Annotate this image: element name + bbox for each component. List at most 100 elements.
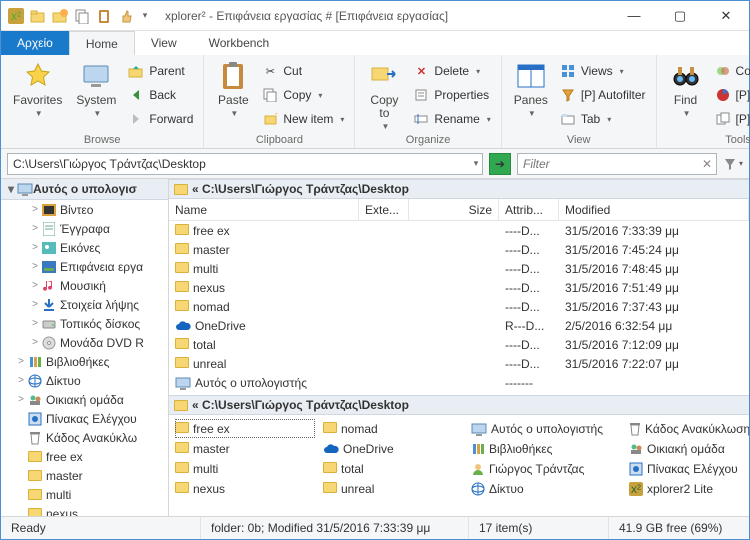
views-button[interactable]: Views▾ (556, 60, 650, 82)
tree-node[interactable]: >Δίκτυο (1, 371, 168, 390)
dropdown-icon: ▼ (230, 109, 238, 118)
list-row[interactable]: total----D...31/5/2016 7:12:09 μμ (169, 335, 749, 354)
list-row[interactable]: OneDriveR---D...2/5/2016 6:32:54 μμ (169, 316, 749, 335)
cut-button[interactable]: ✂Cut (258, 60, 348, 82)
tab-view[interactable]: View (135, 31, 193, 55)
compare-button[interactable]: Compare▾ (711, 60, 750, 82)
tree-node[interactable]: >Επιφάνεια εργα (1, 257, 168, 276)
grid-item[interactable]: Βιβλιοθήκες (471, 439, 621, 458)
minimize-button[interactable]: — (611, 1, 657, 30)
list-row[interactable]: unreal----D...31/5/2016 7:22:07 μμ (169, 354, 749, 373)
list-row[interactable]: nexus----D...31/5/2016 7:51:49 μμ (169, 278, 749, 297)
xp-icon: x² (629, 482, 643, 496)
col-attr[interactable]: Attrib... (499, 199, 559, 220)
rename-button[interactable]: Rename▾ (409, 108, 494, 130)
tab-file[interactable]: Αρχείο (1, 31, 69, 55)
tab-button[interactable]: Tab▾ (556, 108, 650, 130)
back-button[interactable]: Back (124, 84, 197, 106)
grid-item[interactable]: Πίνακας Ελέγχου (629, 459, 749, 478)
qat-paste-icon[interactable] (95, 7, 113, 25)
grid-item[interactable]: master (175, 439, 315, 458)
grid-item[interactable]: multi (175, 459, 315, 478)
tree-node[interactable]: >Τοπικός δίσκος (1, 314, 168, 333)
grid-item[interactable]: total (323, 459, 463, 478)
filter-menu-button[interactable]: ▾ (723, 153, 743, 175)
grid-item[interactable]: unreal (323, 479, 463, 498)
folder-icon (175, 357, 189, 371)
tree-node[interactable]: >Βιβλιοθήκες (1, 352, 168, 371)
grid-item[interactable]: nomad (323, 419, 463, 438)
doc-icon (41, 221, 57, 237)
properties-button[interactable]: Properties (409, 84, 494, 106)
maximize-button[interactable]: ▢ (657, 1, 703, 30)
folder-tree: ▾Αυτός ο υπολογισ >Βίντεο>Έγγραφα>Εικόνε… (1, 179, 169, 516)
tree-node[interactable]: >Στοιχεία λήψης (1, 295, 168, 314)
filter-input[interactable] (518, 157, 698, 171)
tab-workbench[interactable]: Workbench (193, 31, 285, 55)
copy-button[interactable]: Copy▾ (258, 84, 348, 106)
tree-node[interactable]: multi (1, 485, 168, 504)
tree-node[interactable]: master (1, 466, 168, 485)
address-combo[interactable]: ▾ (7, 153, 483, 175)
col-mod[interactable]: Modified (559, 199, 749, 220)
grid-item[interactable]: free ex (175, 419, 315, 438)
list-row[interactable]: free ex----D...31/5/2016 7:33:39 μμ (169, 221, 749, 240)
list-row[interactable]: nomad----D...31/5/2016 7:37:43 μμ (169, 297, 749, 316)
duplicates-button[interactable]: [P] Duplicates (711, 108, 750, 130)
duplicates-icon (715, 111, 731, 127)
tree-node[interactable]: >Μονάδα DVD R (1, 333, 168, 352)
grid-item[interactable]: nexus (175, 479, 315, 498)
tree-node[interactable]: >Εικόνες (1, 238, 168, 257)
grid-item[interactable]: x²xplorer2 Lite (629, 479, 749, 498)
panes-button[interactable]: Panes▼ (508, 57, 554, 118)
copyto-button[interactable]: Copyto▼ (361, 57, 407, 131)
qat-thumbsup-icon[interactable] (117, 7, 135, 25)
forward-button[interactable]: Forward (124, 108, 197, 130)
list-row[interactable]: Αυτός ο υπολογιστής------- (169, 373, 749, 392)
autofilter-button[interactable]: [P] Autofilter (556, 84, 650, 106)
newitem-button[interactable]: ✦New item▾ (258, 108, 348, 130)
grid-item[interactable]: Δίκτυο (471, 479, 621, 498)
find-button[interactable]: Find▼ (663, 57, 709, 118)
tree-node[interactable]: >Έγγραφα (1, 219, 168, 238)
favorites-button[interactable]: Favorites▼ (7, 57, 68, 118)
system-button[interactable]: System▼ (70, 57, 122, 118)
tree-node[interactable]: >Βίντεο (1, 200, 168, 219)
tree-node[interactable]: Πίνακας Ελέγχου (1, 409, 168, 428)
cp-icon (27, 411, 43, 427)
tree-node[interactable]: free ex (1, 447, 168, 466)
col-size[interactable]: Size (409, 199, 499, 220)
tree-node[interactable]: >Μουσική (1, 276, 168, 295)
clear-filter-icon[interactable]: ✕ (698, 157, 716, 171)
stats-button[interactable]: [P] Stats (711, 84, 750, 106)
col-ext[interactable]: Exte... (359, 199, 409, 220)
grid-item[interactable]: OneDrive (323, 439, 463, 458)
grid-item[interactable]: Αυτός ο υπολογιστής (471, 419, 621, 438)
address-dropdown-icon[interactable]: ▾ (470, 158, 482, 169)
grid-item[interactable]: Γιώργος Τράντζας (471, 459, 621, 478)
grid-item[interactable]: Οικιακή ομάδα (629, 439, 749, 458)
list-row[interactable]: multi----D...31/5/2016 7:48:45 μμ (169, 259, 749, 278)
paste-button[interactable]: Paste▼ (210, 57, 256, 118)
pane1-header[interactable]: « C:\Users\Γιώργος Τράντζας\Desktop (169, 179, 749, 199)
grid-item[interactable]: Κάδος Ανακύκλωσης (629, 419, 749, 438)
tree-header[interactable]: ▾Αυτός ο υπολογισ (1, 179, 168, 200)
qat-open-icon[interactable] (29, 7, 47, 25)
tree-node[interactable]: Κάδος Ανακύκλω (1, 428, 168, 447)
address-input[interactable] (8, 157, 470, 171)
qat-copy-icon[interactable] (73, 7, 91, 25)
parent-button[interactable]: Parent (124, 60, 197, 82)
qat-dropdown-icon[interactable]: ▾ (139, 10, 151, 21)
tab-home[interactable]: Home (69, 31, 135, 55)
close-button[interactable]: ✕ (703, 1, 749, 30)
go-button[interactable]: ➔ (489, 153, 511, 175)
list-row[interactable]: master----D...31/5/2016 7:45:24 μμ (169, 240, 749, 259)
tree-node[interactable]: nexus (1, 504, 168, 516)
filter-box[interactable]: ✕ (517, 153, 717, 175)
filter-icon (560, 87, 576, 103)
col-name[interactable]: Name (169, 199, 359, 220)
delete-button[interactable]: ✕Delete▾ (409, 60, 494, 82)
qat-newfolder-icon[interactable] (51, 7, 69, 25)
tree-node[interactable]: >Οικιακή ομάδα (1, 390, 168, 409)
pane2-header[interactable]: « C:\Users\Γιώργος Τράντζας\Desktop (169, 395, 749, 415)
